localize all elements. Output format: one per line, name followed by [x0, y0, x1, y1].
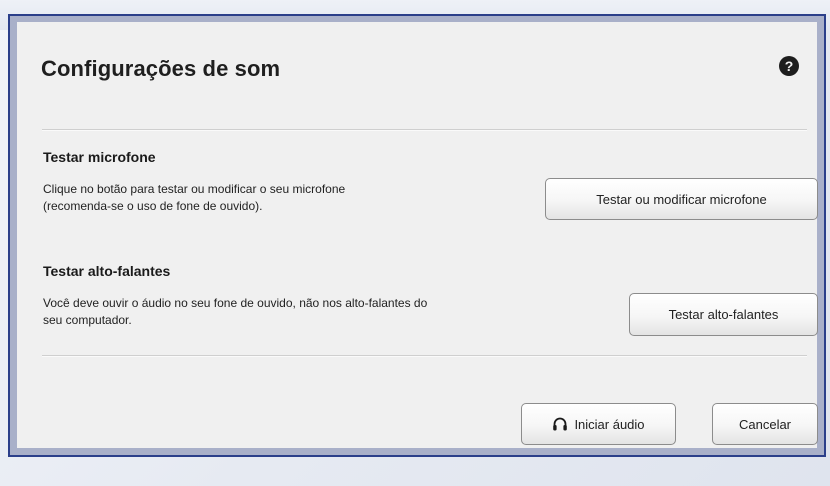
- test-speakers-button[interactable]: Testar alto-falantes: [629, 293, 818, 336]
- divider-bottom: [42, 355, 807, 357]
- microphone-section-heading: Testar microfone: [43, 149, 156, 165]
- microphone-description-line1: Clique no botão para testar ou modificar…: [43, 182, 346, 196]
- divider-top: [42, 129, 807, 131]
- headset-icon: [553, 417, 568, 431]
- speakers-section-heading: Testar alto-falantes: [43, 263, 171, 279]
- start-audio-label: Iniciar áudio: [574, 416, 645, 432]
- help-icon[interactable]: ?: [779, 56, 799, 76]
- microphone-description-line2: (recomenda-se o uso de fone de ouvido).: [43, 199, 263, 213]
- start-audio-button[interactable]: Iniciar áudio: [521, 403, 676, 445]
- test-microphone-button[interactable]: Testar ou modificar microfone: [545, 178, 818, 220]
- sound-settings-dialog-frame: Configurações de som ? Testar microfone …: [8, 14, 826, 457]
- speakers-description-line2: seu computador.: [43, 313, 132, 327]
- speakers-description-line1: Você deve ouvir o áudio no seu fone de o…: [43, 296, 428, 310]
- speakers-section-description: Você deve ouvir o áudio no seu fone de o…: [43, 295, 427, 329]
- dialog-title: Configurações de som: [41, 56, 281, 81]
- microphone-section-description: Clique no botão para testar ou modificar…: [43, 181, 345, 215]
- sound-settings-dialog: Configurações de som ? Testar microfone …: [17, 22, 818, 448]
- cancel-button[interactable]: Cancelar: [712, 403, 818, 445]
